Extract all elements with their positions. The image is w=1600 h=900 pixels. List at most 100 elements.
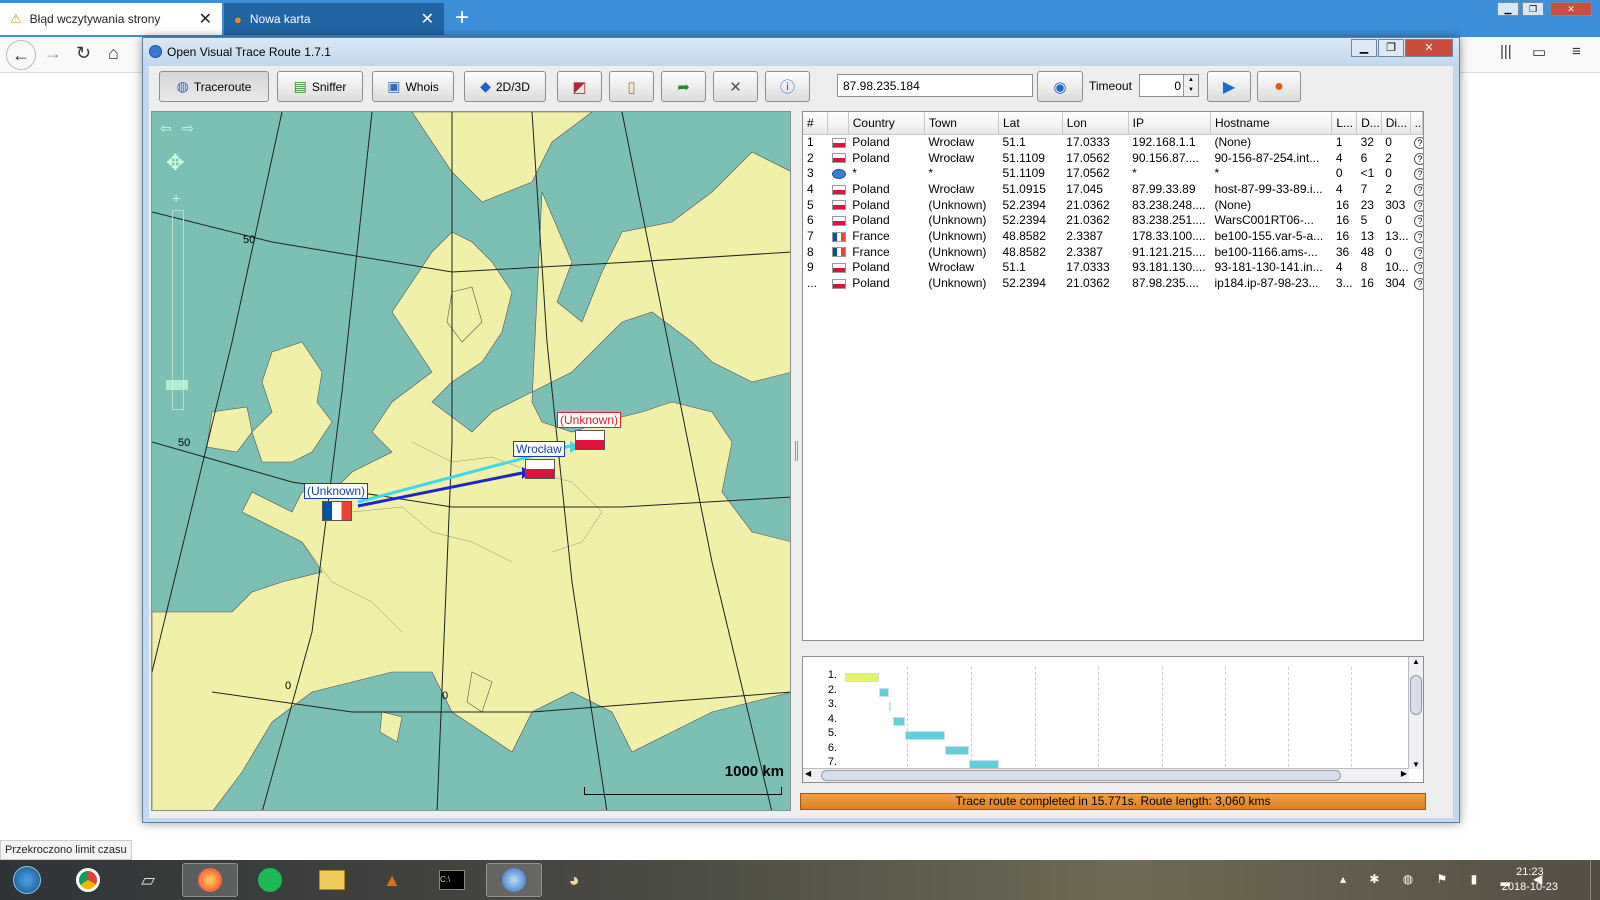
close-window-button[interactable]: ✕ xyxy=(1550,2,1592,16)
back-button[interactable]: ← xyxy=(6,40,36,70)
taskbar-spotify[interactable] xyxy=(242,863,298,897)
question-icon[interactable]: ? xyxy=(1414,199,1423,212)
map-point-label[interactable]: (Unknown) xyxy=(304,483,369,499)
show-desktop-button[interactable] xyxy=(1590,860,1600,900)
taskbar-clock[interactable]: 21:23 2018-10-23 xyxy=(1502,865,1558,895)
map-zoom-control[interactable]: ⇦ ⇨ ✥ + xyxy=(160,120,194,410)
column-header[interactable]: IP xyxy=(1128,112,1211,135)
table-row[interactable]: 7 France (Unknown) 48.8582 2.3387 178.33.100.… xyxy=(803,228,1423,244)
column-header[interactable]: Di... xyxy=(1381,112,1411,135)
table-row[interactable]: 8 France (Unknown) 48.8582 2.3387 91.121.215.… xyxy=(803,244,1423,260)
horizontal-scrollbar[interactable]: ◀ ▶ xyxy=(803,768,1409,782)
minimize-button[interactable]: ▁ xyxy=(1497,2,1519,16)
pan-right-icon[interactable]: ⇨ xyxy=(182,120,194,137)
tab-new-tab[interactable]: ● Nowa karta ✕ xyxy=(224,3,444,35)
tab-error-page[interactable]: ⚠ Błąd wczytywania strony ✕ xyxy=(0,3,222,35)
spinner-arrows[interactable]: ▲ ▼ xyxy=(1183,75,1198,96)
dns-lookup-button[interactable]: ◉ xyxy=(1037,71,1083,102)
question-icon[interactable]: ? xyxy=(1414,262,1423,275)
column-header[interactable]: Lat xyxy=(998,112,1063,135)
taskbar-firefox[interactable] xyxy=(182,863,238,897)
clipboard-button[interactable]: ▯ xyxy=(609,71,654,102)
column-header[interactable]: Town xyxy=(924,112,999,135)
about-button[interactable]: ⓘ xyxy=(765,71,810,102)
map-export-button[interactable]: ◩ xyxy=(557,71,602,102)
view-mode-button[interactable]: ◆ 2D/3D xyxy=(464,71,546,102)
question-icon[interactable]: ? xyxy=(1414,215,1423,228)
map-view[interactable]: ⇦ ⇨ ✥ + 50 50 0 0 (Unknown) Wrocław (Unk… xyxy=(151,111,791,811)
app-minimize-button[interactable]: ▁ xyxy=(1351,39,1377,57)
hop-table-panel[interactable]: # Country Town Lat Lon IP Hostname L... … xyxy=(802,111,1424,641)
table-row[interactable]: 6 Poland (Unknown) 52.2394 21.0362 83.238.251… xyxy=(803,212,1423,228)
table-row[interactable]: 1 Poland Wrocław 51.1 17.0333 192.168.1.1 (Non… xyxy=(803,134,1423,150)
stop-button[interactable]: ● xyxy=(1257,71,1301,102)
timeout-spinner[interactable]: ▲▼ xyxy=(1139,74,1199,97)
table-row[interactable]: 2 Poland Wrocław 51.1109 17.0562 90.156.87...… xyxy=(803,150,1423,166)
column-header[interactable]: Country xyxy=(848,112,925,135)
table-row[interactable]: ... Poland (Unknown) 52.2394 21.0362 87.98.23… xyxy=(803,275,1423,291)
forward-button[interactable]: → xyxy=(44,43,62,64)
question-icon[interactable]: ? xyxy=(1414,230,1423,243)
table-row[interactable]: 9 Poland Wrocław 51.1 17.0333 93.181.130.... 9… xyxy=(803,260,1423,276)
column-header[interactable]: # xyxy=(803,112,829,135)
tab-title: Błąd wczytywania strony xyxy=(29,12,161,26)
clock-date: 2018-10-23 xyxy=(1501,881,1558,893)
ip-address-input[interactable] xyxy=(837,74,1033,97)
taskbar-cmd[interactable]: C:\ xyxy=(424,863,480,897)
column-header[interactable]: L... xyxy=(1331,112,1358,135)
traceroute-button[interactable]: ◍ Traceroute xyxy=(159,71,269,102)
taskbar-app[interactable]: ▱ xyxy=(120,863,176,897)
table-row[interactable]: 3 * * 51.1109 17.0562 * * 0 <1 0? xyxy=(803,165,1423,181)
question-icon[interactable]: ? xyxy=(1414,183,1423,196)
zoom-thumb[interactable] xyxy=(166,380,188,390)
question-icon[interactable]: ? xyxy=(1414,246,1423,259)
reload-button[interactable]: ↻ xyxy=(76,43,91,64)
taskbar-matlab[interactable]: ▲ xyxy=(364,863,420,897)
taskbar-chrome[interactable] xyxy=(60,863,116,897)
close-icon[interactable]: ✕ xyxy=(421,9,434,29)
taskbar-ovtr[interactable] xyxy=(486,863,542,897)
settings-button[interactable]: ✕ xyxy=(713,71,758,102)
flag-poland-marker[interactable] xyxy=(575,430,605,450)
column-header[interactable]: D... xyxy=(1356,112,1382,135)
flag-poland-marker[interactable] xyxy=(525,459,555,479)
export-button[interactable]: ➦ xyxy=(661,71,706,102)
tools-icon: ✕ xyxy=(729,78,742,96)
column-header[interactable]: ... xyxy=(1410,112,1423,135)
whois-button[interactable]: ▣ Whois xyxy=(372,71,454,102)
start-button[interactable] xyxy=(2,863,52,897)
zoom-in-icon[interactable]: + xyxy=(172,190,180,206)
vertical-scrollbar[interactable]: ▲ ▼ xyxy=(1408,657,1423,769)
taskbar-explorer[interactable] xyxy=(304,863,360,897)
column-header[interactable]: Lon xyxy=(1062,112,1129,135)
panel-splitter[interactable] xyxy=(794,111,800,811)
app-maximize-button[interactable]: ❐ xyxy=(1378,39,1404,57)
flag-france-marker[interactable] xyxy=(322,501,352,521)
sidebar-icon[interactable]: ▭ xyxy=(1532,43,1546,61)
timeout-input[interactable] xyxy=(1140,75,1184,96)
table-row[interactable]: 4 Poland Wrocław 51.0915 17.045 87.99.33.89 ho… xyxy=(803,181,1423,197)
pan-compass-icon[interactable]: ✥ xyxy=(166,150,184,176)
table-row[interactable]: 5 Poland (Unknown) 52.2394 21.0362 83.238.248… xyxy=(803,197,1423,213)
question-icon[interactable]: ? xyxy=(1414,152,1423,165)
start-trace-button[interactable]: ▶ xyxy=(1207,71,1251,102)
question-icon[interactable]: ? xyxy=(1414,278,1423,291)
sniffer-button[interactable]: ▤ Sniffer xyxy=(277,71,363,102)
new-tab-button[interactable]: + xyxy=(455,4,469,32)
app-close-button[interactable]: ✕ xyxy=(1405,39,1453,57)
library-icon[interactable]: ||| xyxy=(1500,43,1512,60)
maximize-button[interactable]: ❐ xyxy=(1522,2,1544,16)
cell-ip: 87.99.33.89 xyxy=(1132,181,1196,196)
question-icon[interactable]: ? xyxy=(1414,168,1423,181)
menu-icon[interactable]: ≡ xyxy=(1572,43,1581,60)
column-header[interactable]: Hostname xyxy=(1210,112,1333,135)
map-point-label[interactable]: (Unknown) xyxy=(557,412,622,428)
map-point-label[interactable]: Wrocław xyxy=(513,441,565,457)
close-icon[interactable]: ✕ xyxy=(199,9,212,29)
home-button[interactable]: ⌂ xyxy=(108,43,119,64)
column-header[interactable] xyxy=(827,112,849,135)
taskbar-paint[interactable]: ◕ xyxy=(546,863,602,897)
pan-left-icon[interactable]: ⇦ xyxy=(160,120,172,137)
question-icon[interactable]: ? xyxy=(1414,137,1423,150)
latency-gantt-panel[interactable]: ═ 1.2.3.4.5.6.7. ▲ ▼ ◀ ▶ xyxy=(802,656,1424,783)
